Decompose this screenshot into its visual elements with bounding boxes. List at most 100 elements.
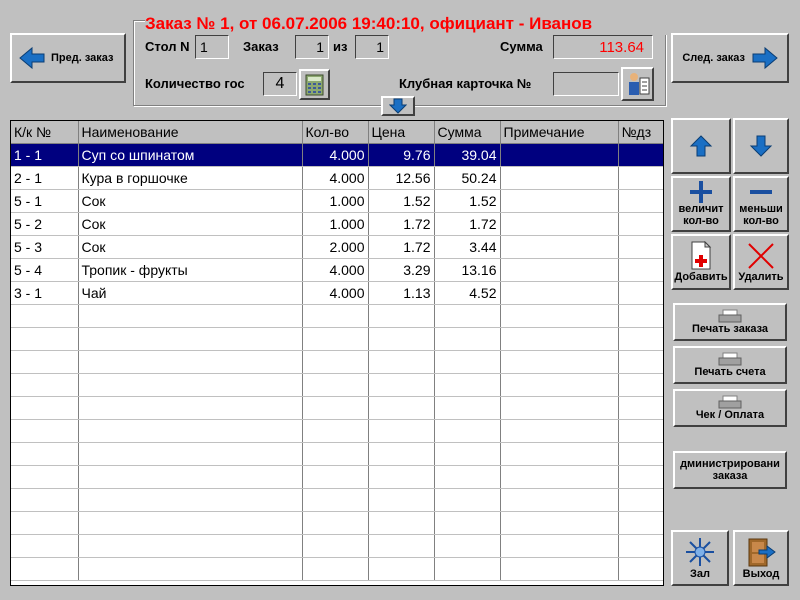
cell-qty: 4.000: [302, 258, 369, 282]
cell-qty: [302, 419, 369, 443]
column-header[interactable]: №дз: [618, 121, 663, 144]
cell-dz: [618, 511, 663, 535]
table-row[interactable]: 5 - 1 Сок 1.000 1.52 1.52: [11, 189, 663, 213]
column-header[interactable]: К/к №: [11, 121, 79, 144]
cell-name: [78, 442, 303, 466]
empty-table-row[interactable]: [11, 557, 663, 581]
cell-note: [500, 166, 619, 190]
decrease-quantity-button[interactable]: меньши кол-во: [733, 176, 789, 232]
hall-label: Зал: [690, 568, 710, 580]
empty-table-row[interactable]: [11, 396, 663, 420]
cell-dz: [618, 350, 663, 374]
empty-table-row[interactable]: [11, 511, 663, 535]
cell-name: [78, 511, 303, 535]
cell-qty: [302, 557, 369, 581]
cell-note: [500, 511, 619, 535]
cell-name: [78, 396, 303, 420]
empty-table-row[interactable]: [11, 304, 663, 328]
cell-name: [78, 304, 303, 328]
club-card-button[interactable]: [621, 67, 654, 101]
cell-dz: [618, 327, 663, 351]
cell-sum: [434, 396, 501, 420]
cell-sum: [434, 557, 501, 581]
cell-dz: [618, 373, 663, 397]
minus-icon: [750, 190, 772, 194]
check-payment-button[interactable]: Чек / Оплата: [673, 389, 787, 427]
empty-table-row[interactable]: [11, 373, 663, 397]
order-number-value: 1: [295, 35, 329, 59]
cell-sum: [434, 304, 501, 328]
cell-code: [11, 419, 79, 443]
printer-icon: [718, 395, 742, 409]
cell-price: 1.72: [368, 235, 435, 259]
cell-qty: [302, 373, 369, 397]
cell-price: [368, 304, 435, 328]
table-number-value: 1: [195, 35, 229, 59]
order-title: Заказ № 1, от 06.07.2006 19:40:10, офици…: [145, 13, 667, 35]
empty-table-row[interactable]: [11, 465, 663, 489]
exit-door-icon: [748, 538, 776, 567]
cell-dz: [618, 166, 663, 190]
cell-code: 5 - 3: [11, 235, 79, 259]
table-row[interactable]: 5 - 3 Сок 2.000 1.72 3.44: [11, 235, 663, 259]
exit-button[interactable]: Выход: [733, 530, 789, 586]
empty-table-row[interactable]: [11, 419, 663, 443]
empty-table-row[interactable]: [11, 534, 663, 558]
add-item-button[interactable]: Добавить: [671, 234, 731, 290]
cell-qty: [302, 488, 369, 512]
print-order-button[interactable]: Печать заказа: [673, 303, 787, 341]
table-row[interactable]: 5 - 2 Сок 1.000 1.72 1.72: [11, 212, 663, 236]
table-row[interactable]: 1 - 1 Суп со шпинатом 4.000 9.76 39.04: [11, 143, 663, 167]
delete-item-button[interactable]: Удалить: [733, 234, 789, 290]
move-down-button[interactable]: [733, 118, 789, 174]
cell-note: [500, 212, 619, 236]
increase-quantity-button[interactable]: величит кол-во: [671, 176, 731, 232]
cell-price: [368, 534, 435, 558]
calculator-button[interactable]: [299, 69, 330, 100]
add-item-label: Добавить: [674, 271, 728, 283]
empty-table-row[interactable]: [11, 350, 663, 374]
order-admin-button[interactable]: дминистрировани заказа: [673, 451, 787, 489]
cell-note: [500, 534, 619, 558]
table-header-row: К/к № Наименование Кол-во Цена Сумма При…: [11, 121, 663, 144]
cell-code: [11, 373, 79, 397]
hall-button[interactable]: Зал: [671, 530, 729, 586]
cell-code: [11, 534, 79, 558]
next-order-button[interactable]: След. заказ: [671, 33, 789, 83]
cell-code: 5 - 2: [11, 212, 79, 236]
cell-qty: [302, 442, 369, 466]
cell-name: [78, 327, 303, 351]
cell-qty: [302, 304, 369, 328]
cell-price: [368, 419, 435, 443]
column-header[interactable]: Кол-во: [302, 121, 369, 144]
arrow-left-icon: [19, 46, 45, 70]
order-admin-label-1: дминистрировани: [680, 458, 780, 470]
table-row[interactable]: 3 - 1 Чай 4.000 1.13 4.52: [11, 281, 663, 305]
empty-table-row[interactable]: [11, 488, 663, 512]
order-items-table[interactable]: К/к № Наименование Кол-во Цена Сумма При…: [10, 120, 664, 586]
cell-code: [11, 488, 79, 512]
cell-price: 1.72: [368, 212, 435, 236]
cell-dz: [618, 304, 663, 328]
column-header[interactable]: Наименование: [78, 121, 303, 144]
cell-dz: [618, 557, 663, 581]
toggle-header-button[interactable]: [381, 96, 415, 116]
column-header[interactable]: Сумма: [434, 121, 501, 144]
hall-star-icon: [686, 538, 714, 566]
print-bill-button[interactable]: Печать счета: [673, 346, 787, 384]
table-row[interactable]: 5 - 4 Тропик - фрукты 4.000 3.29 13.16: [11, 258, 663, 282]
prev-order-button[interactable]: Пред. заказ: [10, 33, 126, 83]
move-up-button[interactable]: [671, 118, 731, 174]
cell-sum: [434, 442, 501, 466]
exit-label: Выход: [742, 568, 780, 580]
column-header[interactable]: Цена: [368, 121, 435, 144]
cell-name: [78, 557, 303, 581]
sum-value: 113.64: [553, 35, 653, 59]
table-row[interactable]: 2 - 1 Кура в горшочке 4.000 12.56 50.24: [11, 166, 663, 190]
empty-table-row[interactable]: [11, 442, 663, 466]
cell-sum: [434, 511, 501, 535]
cell-dz: [618, 189, 663, 213]
column-header[interactable]: Примечание: [500, 121, 619, 144]
cell-note: [500, 396, 619, 420]
empty-table-row[interactable]: [11, 327, 663, 351]
